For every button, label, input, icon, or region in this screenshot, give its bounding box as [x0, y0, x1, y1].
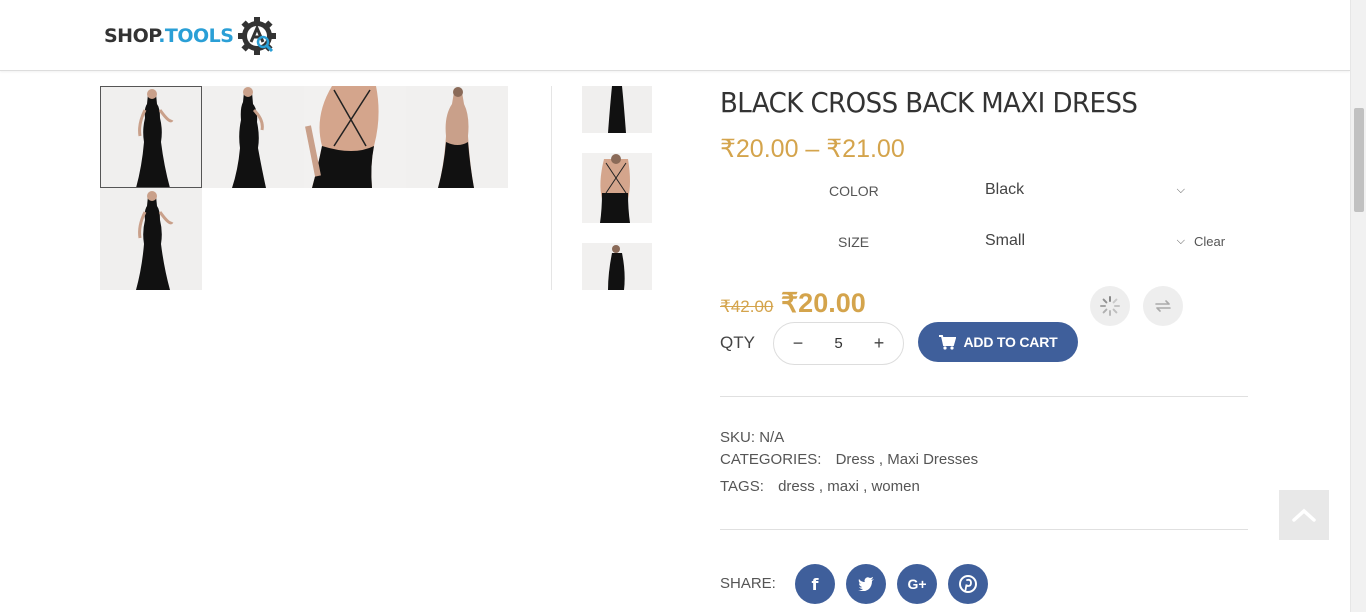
qty-decrease-button[interactable]: − — [788, 333, 808, 354]
side-thumb-1[interactable] — [582, 86, 652, 133]
chevron-up-icon — [1292, 508, 1316, 522]
categories-row: CATEGORIES: Dress , Maxi Dresses — [720, 451, 979, 468]
color-select-value: Black — [985, 181, 1025, 198]
add-to-cart-label: ADD TO CART — [963, 334, 1058, 350]
tags-label: TAGS: — [720, 478, 764, 495]
qty-input[interactable]: 5 — [834, 335, 842, 352]
color-label: COLOR — [829, 183, 879, 199]
dress-image — [406, 86, 508, 188]
google-plus-share-button[interactable]: G+ — [897, 564, 937, 604]
qty-label: QTY — [720, 333, 755, 352]
chevron-down-icon: ⌵ — [1176, 183, 1185, 196]
add-to-cart-button[interactable]: ADD TO CART — [918, 322, 1078, 362]
sku-row: SKU: N/A — [720, 429, 784, 446]
logo-text-shop: SHOP — [104, 25, 159, 47]
gallery-thumb-2[interactable] — [202, 86, 304, 188]
tag-link-maxi[interactable]: maxi — [827, 478, 859, 495]
clear-variations-link[interactable]: Clear — [1194, 234, 1225, 249]
side-thumb-2[interactable] — [582, 153, 652, 223]
dress-image — [100, 86, 202, 188]
site-header: SHOP.TOOLS — [0, 0, 1350, 71]
sku-value: N/A — [759, 429, 785, 446]
gallery-thumb-4[interactable] — [406, 86, 508, 188]
sku-label: SKU: — [720, 429, 756, 446]
cart-icon — [938, 334, 956, 350]
compare-button[interactable] — [1143, 286, 1183, 326]
color-select[interactable]: Black ⌵ — [985, 176, 1185, 204]
gallery-divider — [551, 86, 552, 290]
gallery-thumb-1[interactable] — [100, 86, 202, 188]
spinner-icon — [1100, 296, 1120, 316]
product-title: BLACK CROSS BACK MAXI DRESS — [720, 86, 1138, 119]
tags-row: TAGS: dress , maxi , women — [720, 478, 920, 495]
twitter-icon — [858, 577, 874, 591]
logo-text-tools: .TOOLS — [158, 25, 234, 47]
tag-link-women[interactable]: women — [871, 478, 919, 495]
share-label: SHARE: — [720, 575, 776, 592]
chevron-down-icon: ⌵ — [1176, 234, 1185, 247]
facebook-icon: f — [811, 574, 819, 594]
dress-image — [304, 86, 406, 188]
gallery-thumb-3[interactable] — [304, 86, 406, 188]
pinterest-share-button[interactable] — [948, 564, 988, 604]
regular-price: ₹42.00 — [720, 297, 774, 316]
site-logo[interactable]: SHOP.TOOLS — [104, 14, 279, 58]
compare-arrows-icon — [1155, 300, 1171, 312]
gear-magnifier-icon — [238, 17, 277, 55]
google-plus-icon: G+ — [907, 576, 927, 592]
dress-image — [100, 188, 202, 290]
twitter-share-button[interactable] — [846, 564, 886, 604]
divider — [720, 396, 1248, 397]
scrollbar-thumb[interactable] — [1354, 108, 1364, 212]
price-range: ₹20.00 – ₹21.00 — [720, 135, 905, 163]
tag-link-dress[interactable]: dress — [778, 478, 815, 495]
sale-price: ₹20.00 — [781, 288, 866, 318]
gallery-thumb-5[interactable] — [100, 188, 202, 290]
size-label: SIZE — [838, 234, 870, 250]
category-link-maxi-dresses[interactable]: Maxi Dresses — [887, 451, 978, 468]
page-scrollbar[interactable] — [1350, 0, 1366, 612]
qty-increase-button[interactable]: + — [869, 333, 889, 354]
facebook-share-button[interactable]: f — [795, 564, 835, 604]
dress-image — [202, 86, 304, 188]
wishlist-button[interactable] — [1090, 286, 1130, 326]
category-link-dress[interactable]: Dress — [836, 451, 875, 468]
size-select[interactable]: Small ⌵ — [985, 227, 1185, 255]
size-select-value: Small — [985, 232, 1026, 249]
back-to-top-button[interactable] — [1279, 490, 1329, 540]
quantity-stepper: − 5 + — [773, 322, 904, 365]
categories-label: CATEGORIES: — [720, 451, 822, 468]
divider — [720, 529, 1248, 530]
side-thumb-3[interactable] — [582, 243, 652, 290]
pinterest-icon — [959, 575, 977, 593]
